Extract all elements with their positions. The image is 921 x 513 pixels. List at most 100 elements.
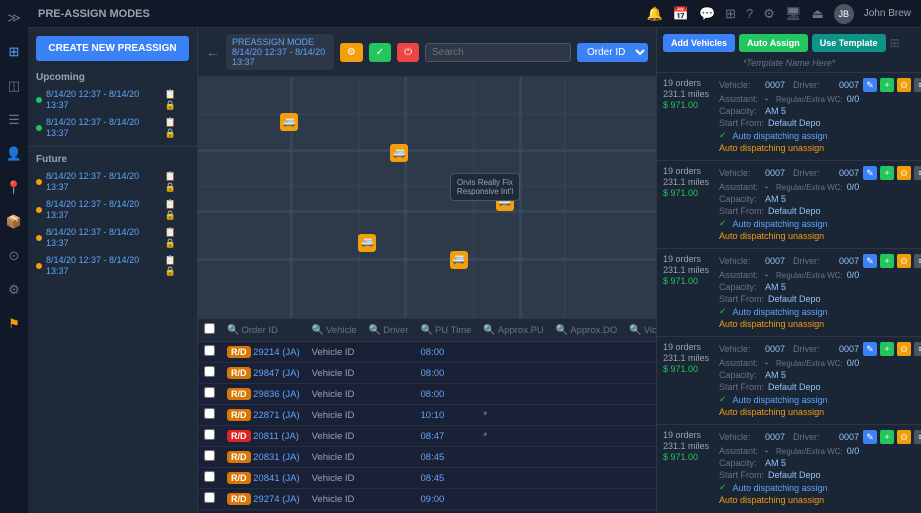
future-item-3[interactable]: 8/14/20 12:37 - 8/14/20 13:37📋 🔒 <box>28 252 197 280</box>
auto-assign-button[interactable]: Auto Assign <box>739 34 808 52</box>
order-id-1[interactable]: 29847 (JA) <box>253 368 299 379</box>
auto-dispatch-assign-0[interactable]: Auto dispatching assign <box>733 131 828 141</box>
auto-dispatch-unassign-0[interactable]: Auto dispatching unassign <box>719 143 824 153</box>
auto-dispatch-unassign-1[interactable]: Auto dispatching unassign <box>719 231 824 241</box>
car-icon-1[interactable]: 🚐 <box>280 113 298 131</box>
vr-icon-green-3[interactable]: + <box>880 342 894 356</box>
row-checkbox-1[interactable] <box>204 366 215 377</box>
vr-icon-orange-3[interactable]: ⊙ <box>897 342 911 356</box>
vr-icon-blue-1[interactable]: ✎ <box>863 166 877 180</box>
add-vehicles-button[interactable]: Add Vehicles <box>663 34 735 52</box>
table-row[interactable]: R/D 29847 (JA)Vehicle ID08:00LEIA ORIGAN… <box>198 363 656 384</box>
car-icon-4[interactable]: 🚐 <box>358 234 376 252</box>
sidebar-icon-location[interactable]: 📍 <box>4 178 24 198</box>
grid-icon[interactable]: ⊞ <box>725 6 736 22</box>
vr-icon-gray-3[interactable]: ≡ <box>914 342 921 356</box>
upcoming-item-1[interactable]: 8/14/20 12:37 - 8/14/20 13:37📋 🔒 <box>28 114 197 142</box>
order-id-6[interactable]: 20841 (JA) <box>253 473 299 484</box>
sidebar-icon-circle[interactable]: ⊙ <box>4 246 24 266</box>
table-row[interactable]: R/D 20811 (JA)Vehicle ID08:47*CLINT BART… <box>198 426 656 447</box>
pu-time-2[interactable]: 08:00 <box>421 389 445 400</box>
pu-time-1[interactable]: 08:00 <box>421 368 445 379</box>
auto-dispatch-assign-3[interactable]: Auto dispatching assign <box>733 395 828 405</box>
use-template-button[interactable]: Use Template <box>812 34 886 52</box>
vr-icon-gray-2[interactable]: ≡ <box>914 254 921 268</box>
monitor-icon[interactable]: 🖥 <box>785 6 802 22</box>
future-item-0[interactable]: 8/14/20 12:37 - 8/14/20 13:37📋 🔒 <box>28 168 197 196</box>
vr-icon-orange-4[interactable]: ⊙ <box>897 430 911 444</box>
vr-icon-green-2[interactable]: + <box>880 254 894 268</box>
pu-time-4[interactable]: 08:47 <box>421 431 445 442</box>
vr-icon-gray-1[interactable]: ≡ <box>914 166 921 180</box>
vr-icon-gray-0[interactable]: ≡ <box>914 78 921 92</box>
vr-icon-orange-0[interactable]: ⊙ <box>897 78 911 92</box>
settings-icon-right[interactable]: ⊞ <box>890 36 900 50</box>
future-item-2[interactable]: 8/14/20 12:37 - 8/14/20 13:37📋 🔒 <box>28 224 197 252</box>
exit-icon[interactable]: ⏏ <box>811 6 823 22</box>
sidebar-icon-chevron[interactable]: ≫ <box>4 8 24 28</box>
vr-icon-green-4[interactable]: + <box>880 430 894 444</box>
col-search-icon-2[interactable]: 🔍 <box>312 325 324 336</box>
col-search-icon-6[interactable]: 🔍 <box>556 325 568 336</box>
table-row[interactable]: R/D 29836 (JA)Vehicle ID08:00MILES MORAL… <box>198 384 656 405</box>
row-checkbox-6[interactable] <box>204 471 215 482</box>
row-checkbox-4[interactable] <box>204 429 215 440</box>
chat-icon[interactable]: 💬 <box>699 6 715 22</box>
sidebar-icon-user[interactable]: 👤 <box>4 144 24 164</box>
sidebar-icon-grid[interactable]: ◫ <box>4 76 24 96</box>
auto-dispatch-assign-4[interactable]: Auto dispatching assign <box>733 483 828 493</box>
vr-icon-green-1[interactable]: + <box>880 166 894 180</box>
sidebar-icon-list[interactable]: ☰ <box>4 110 24 130</box>
table-row[interactable]: R/D 37617 (JA)Vehicle ID10:00LEX LUTHOR1… <box>198 510 656 513</box>
sidebar-icon-home[interactable]: ⊞ <box>4 42 24 62</box>
vr-icon-blue-3[interactable]: ✎ <box>863 342 877 356</box>
auto-dispatch-assign-2[interactable]: Auto dispatching assign <box>733 307 828 317</box>
vr-icon-blue-2[interactable]: ✎ <box>863 254 877 268</box>
upcoming-item-0[interactable]: 8/14/20 12:37 - 8/14/20 13:37📋 🔒 <box>28 86 197 114</box>
auto-dispatch-unassign-4[interactable]: Auto dispatching unassign <box>719 495 824 505</box>
nav-arrow-left[interactable]: ← <box>206 44 220 60</box>
row-checkbox-0[interactable] <box>204 345 215 356</box>
bell-icon[interactable]: 🔔 <box>647 6 663 22</box>
vr-icon-gray-4[interactable]: ≡ <box>914 430 921 444</box>
col-search-icon-1[interactable]: 🔍 <box>227 325 239 336</box>
pu-time-5[interactable]: 08:45 <box>421 452 445 463</box>
sidebar-icon-flag[interactable]: ⚑ <box>4 314 24 334</box>
future-item-1[interactable]: 8/14/20 12:37 - 8/14/20 13:37📋 🔒 <box>28 196 197 224</box>
col-search-icon-5[interactable]: 🔍 <box>483 325 495 336</box>
calendar-icon[interactable]: 📅 <box>673 6 689 22</box>
help-icon[interactable]: ? <box>746 6 753 21</box>
col-search-icon-3[interactable]: 🔍 <box>369 325 381 336</box>
sidebar-icon-package[interactable]: 📦 <box>4 212 24 232</box>
table-row[interactable]: R/D 20831 (JA)Vehicle ID08:45HARLEY QUIN… <box>198 447 656 468</box>
table-row[interactable]: R/D 29214 (JA)Vehicle ID08:00MICHAEL LUX… <box>198 342 656 363</box>
order-id-0[interactable]: 29214 (JA) <box>253 347 299 358</box>
row-checkbox-2[interactable] <box>204 387 215 398</box>
check-button[interactable]: ✓ <box>369 43 391 62</box>
auto-dispatch-assign-1[interactable]: Auto dispatching assign <box>733 219 828 229</box>
pu-time-0[interactable]: 08:00 <box>421 347 445 358</box>
order-id-4[interactable]: 20811 (JA) <box>253 431 299 442</box>
settings-button[interactable]: ⚙ <box>340 43 363 62</box>
row-checkbox-5[interactable] <box>204 450 215 461</box>
order-id-2[interactable]: 29836 (JA) <box>253 389 299 400</box>
table-row[interactable]: R/D 29274 (JA)Vehicle ID09:00JEAN GREY41… <box>198 489 656 510</box>
table-row[interactable]: R/D 22871 (JA)Vehicle ID10:10*BRUCE WAYN… <box>198 405 656 426</box>
sidebar-icon-settings[interactable]: ⚙ <box>4 280 24 300</box>
pu-time-6[interactable]: 08:45 <box>421 473 445 484</box>
order-id-3[interactable]: 22871 (JA) <box>253 410 299 421</box>
pu-time-3[interactable]: 10:10 <box>421 410 445 421</box>
auto-dispatch-unassign-3[interactable]: Auto dispatching unassign <box>719 407 824 417</box>
table-row[interactable]: R/D 20841 (JA)Vehicle ID08:45JAMES RHODE… <box>198 468 656 489</box>
gear-icon[interactable]: ⚙ <box>763 6 775 22</box>
row-checkbox-7[interactable] <box>204 492 215 503</box>
order-id-select[interactable]: Order ID <box>577 43 648 62</box>
row-checkbox-3[interactable] <box>204 408 215 419</box>
order-id-7[interactable]: 29274 (JA) <box>253 494 299 505</box>
col-search-icon-4[interactable]: 🔍 <box>421 325 433 336</box>
car-icon-2[interactable]: 🚐 <box>390 144 408 162</box>
pu-time-7[interactable]: 09:00 <box>421 494 445 505</box>
col-search-icon-7[interactable]: 🔍 <box>629 325 641 336</box>
car-icon-5[interactable]: 🚐 <box>450 251 468 269</box>
vr-icon-blue-4[interactable]: ✎ <box>863 430 877 444</box>
